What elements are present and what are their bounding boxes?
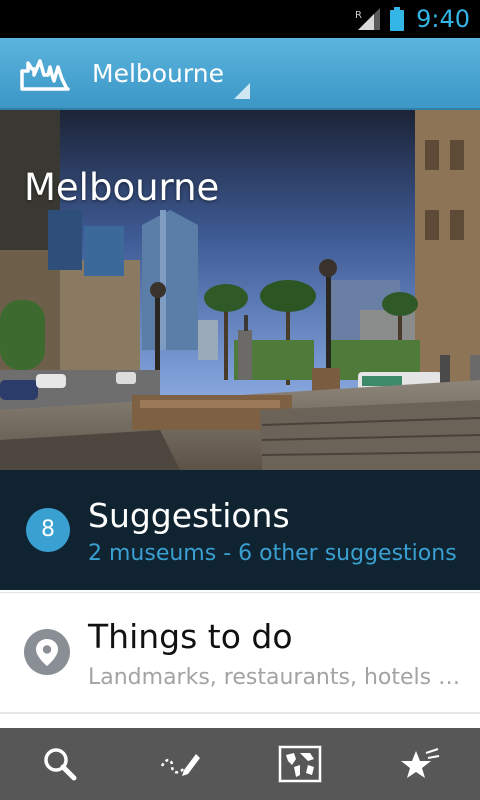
city-spinner[interactable]: Melbourne: [92, 43, 250, 103]
things-to-do-card[interactable]: Things to do Landmarks, restaurants, hot…: [0, 592, 480, 712]
pencil-route-icon[interactable]: [150, 734, 210, 794]
world-map-icon[interactable]: [270, 734, 330, 794]
action-bar: Melbourne: [0, 38, 480, 110]
map-pin-icon: [24, 629, 70, 675]
hero-city-title: Melbourne: [24, 166, 220, 209]
list-divider: [0, 712, 480, 728]
city-skyline-icon[interactable]: [20, 53, 72, 93]
melbourne-photo: [0, 110, 480, 470]
clock-time: 9:40: [416, 5, 470, 33]
roaming-indicator: R: [355, 10, 362, 21]
status-bar: R 9:40: [0, 0, 480, 38]
signal-icon: R: [354, 8, 381, 30]
suggestions-title: Suggestions: [88, 496, 290, 535]
things-to-do-title: Things to do: [88, 617, 293, 656]
bottom-navigation-bar: [0, 728, 480, 800]
things-to-do-subtitle: Landmarks, restaurants, hotels …: [88, 665, 461, 690]
search-icon[interactable]: [30, 734, 90, 794]
suggestions-count-badge: 8: [26, 508, 70, 552]
suggestions-card[interactable]: 8 Suggestions 2 museums - 6 other sugges…: [0, 470, 480, 590]
city-title: Melbourne: [92, 58, 224, 88]
star-favorites-icon[interactable]: [390, 734, 450, 794]
battery-icon: [390, 7, 405, 31]
hero-image[interactable]: Melbourne: [0, 110, 480, 470]
dropdown-corner-icon: [233, 83, 250, 99]
suggestions-subtitle: 2 museums - 6 other suggestions: [88, 541, 457, 566]
